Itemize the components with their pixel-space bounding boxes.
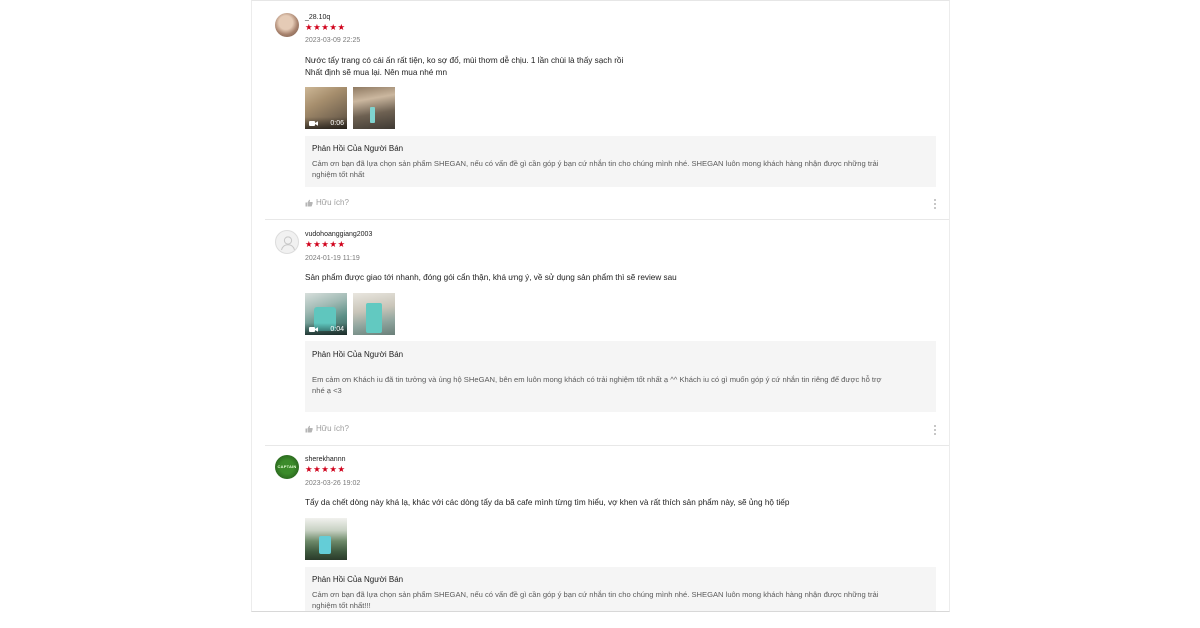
- review-content-line: Sản phẩm được giao tới nhanh, đóng gói c…: [305, 273, 677, 282]
- seller-reply-line: Cảm ơn bạn đã lựa chọn sản phẩm SHEGAN, …: [312, 590, 879, 599]
- review-content: Sản phẩm được giao tới nhanh, đóng gói c…: [305, 272, 935, 284]
- review-video-thumbnail[interactable]: 0:06: [305, 87, 347, 129]
- video-overlay: 0:04: [305, 323, 347, 335]
- rating-stars: ★★★★★: [305, 464, 346, 474]
- avatar-logo-text: CAPTAIN: [277, 464, 297, 469]
- seller-reply-text: Cảm ơn bạn đã lựa chọn sản phẩm SHEGAN, …: [312, 589, 932, 611]
- review-content: Nước tẩy trang có cái ấn rất tiện, ko sợ…: [305, 55, 935, 79]
- page: _28.10q ★★★★★ 2023-03-09 22:25 Nước tẩy …: [0, 0, 1200, 628]
- helpful-button[interactable]: Hữu ích?: [305, 198, 349, 207]
- video-overlay: 0:06: [305, 117, 347, 129]
- review-image-thumbnail[interactable]: [353, 293, 395, 335]
- review-video-thumbnail[interactable]: 0:04: [305, 293, 347, 335]
- avatar[interactable]: CAPTAIN: [275, 455, 299, 479]
- seller-reply: Phản Hồi Của Người Bán Cảm ơn bạn đã lựa…: [305, 136, 936, 187]
- seller-reply-line: Em cảm ơn Khách iu đã tin tưởng và ủng h…: [312, 375, 882, 384]
- thumbs-up-icon: [305, 199, 313, 206]
- review-divider: [265, 445, 949, 446]
- video-duration: 0:06: [330, 120, 344, 127]
- helpful-button[interactable]: Hữu ích?: [305, 424, 349, 433]
- thumbs-up-icon: [305, 425, 313, 432]
- helpful-label: Hữu ích?: [316, 424, 349, 433]
- seller-reply-line: nghiệm tốt nhất: [312, 170, 365, 179]
- product-ratings-panel: _28.10q ★★★★★ 2023-03-09 22:25 Nước tẩy …: [251, 0, 950, 612]
- review-image-thumbnail[interactable]: [305, 518, 347, 560]
- review-username[interactable]: vudohoanggiang2003: [305, 231, 372, 238]
- review-date: 2023-03-09 22:25: [305, 37, 361, 44]
- product-bottle-shape: [370, 107, 375, 123]
- helpful-label: Hữu ích?: [316, 198, 349, 207]
- more-options-icon[interactable]: [932, 424, 938, 436]
- seller-reply-text: Cảm ơn bạn đã lựa chọn sản phẩm SHEGAN, …: [312, 158, 932, 180]
- seller-reply-line: Cảm ơn bạn đã lựa chọn sản phẩm SHEGAN, …: [312, 159, 879, 168]
- video-camera-icon: [309, 121, 318, 126]
- seller-reply: Phản Hồi Của Người Bán Em cảm ơn Khách i…: [305, 341, 936, 412]
- review-username[interactable]: sherekhannn: [305, 456, 345, 463]
- seller-reply-line: nhé ạ <3: [312, 386, 342, 395]
- default-user-icon: [281, 236, 295, 251]
- seller-reply-title: Phản Hồi Của Người Bán: [312, 350, 404, 359]
- rating-stars: ★★★★★: [305, 22, 346, 32]
- seller-reply-line: nghiệm tốt nhất!!!: [312, 601, 371, 610]
- avatar[interactable]: [275, 230, 299, 254]
- rating-stars: ★★★★★: [305, 239, 346, 249]
- review-divider: [265, 219, 949, 220]
- review-date: 2024-01-19 11:19: [305, 255, 360, 262]
- review-content-line: Tẩy da chết dòng này khá lạ, khác với cá…: [305, 498, 790, 507]
- review-content-line: Nước tẩy trang có cái ấn rất tiện, ko sợ…: [305, 56, 624, 65]
- product-bottle-shape: [319, 536, 331, 554]
- more-options-icon[interactable]: [932, 198, 938, 210]
- seller-reply-text: Em cảm ơn Khách iu đã tin tưởng và ủng h…: [312, 374, 932, 396]
- avatar[interactable]: [275, 13, 299, 37]
- review-content-line: Nhất định sẽ mua lại. Nên mua nhé mn: [305, 68, 447, 77]
- seller-reply: Phản Hồi Của Người Bán Cảm ơn bạn đã lựa…: [305, 567, 936, 611]
- video-camera-icon: [309, 327, 318, 332]
- seller-reply-title: Phản Hồi Của Người Bán: [312, 575, 404, 584]
- seller-reply-title: Phản Hồi Của Người Bán: [312, 144, 404, 153]
- product-bottle-shape: [366, 303, 382, 333]
- review-username[interactable]: _28.10q: [305, 14, 330, 21]
- review-date: 2023-03-26 19:02: [305, 480, 361, 487]
- video-duration: 0:04: [330, 326, 344, 333]
- review-image-thumbnail[interactable]: [353, 87, 395, 129]
- review-content: Tẩy da chết dòng này khá lạ, khác với cá…: [305, 497, 935, 509]
